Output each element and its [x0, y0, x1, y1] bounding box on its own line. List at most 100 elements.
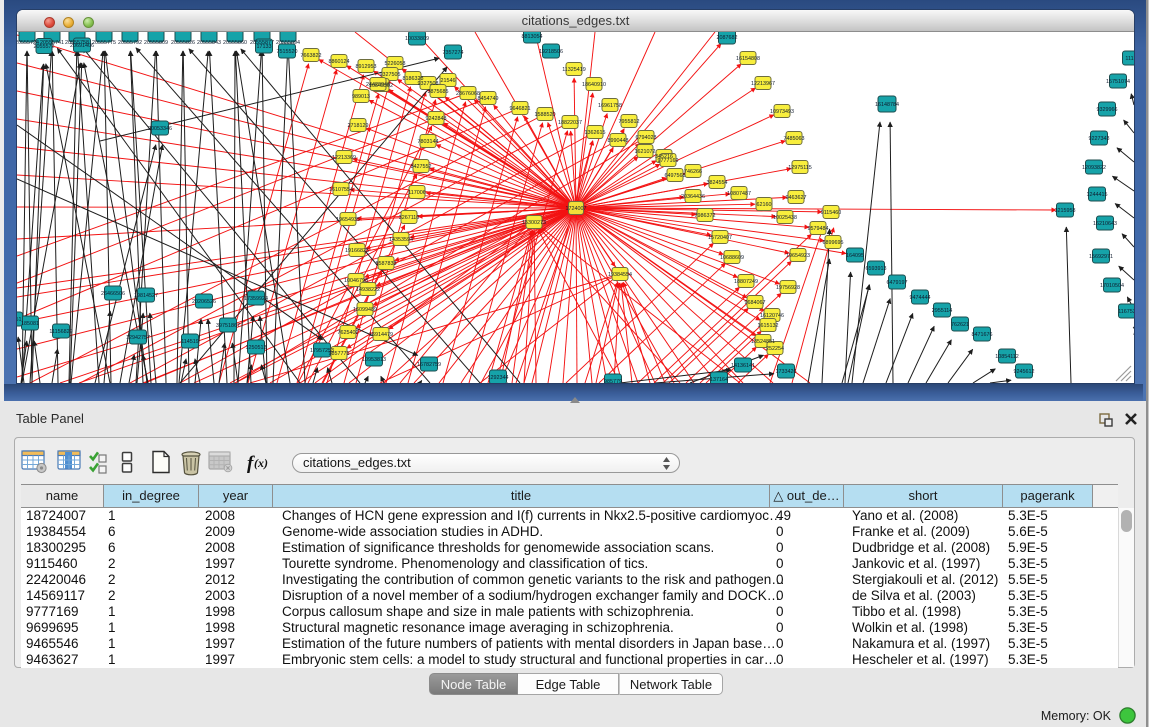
svg-text:12975115: 12975115 [788, 165, 812, 171]
svg-text:16107554: 16107554 [329, 187, 353, 193]
svg-text:20053346: 20053346 [148, 126, 172, 132]
svg-text:11156829: 11156829 [49, 329, 72, 335]
svg-text:1292344: 1292344 [488, 375, 509, 381]
svg-text:9329966: 9329966 [1097, 107, 1118, 113]
svg-text:18807249: 18807249 [734, 279, 758, 285]
svg-text:10046798: 10046798 [344, 278, 368, 284]
svg-text:19654935: 19654935 [336, 217, 360, 223]
svg-text:19654923: 19654923 [786, 253, 810, 259]
svg-text:20364436: 20364436 [681, 194, 705, 200]
svg-text:16120746: 16120746 [760, 313, 784, 319]
svg-text:1362615: 1362615 [585, 130, 606, 136]
svg-text:7515520: 7515520 [277, 49, 298, 55]
svg-text:9684067: 9684067 [745, 300, 766, 306]
svg-text:114519: 114519 [181, 339, 199, 345]
svg-text:1615132: 1615132 [758, 323, 779, 329]
svg-text:746266: 746266 [684, 169, 702, 175]
svg-text:7955812: 7955812 [619, 119, 640, 125]
svg-text:9115460: 9115460 [821, 210, 842, 216]
svg-text:8454749: 8454749 [478, 96, 499, 102]
svg-text:8990448: 8990448 [608, 138, 629, 144]
svg-text:18640910: 18640910 [582, 82, 606, 88]
svg-text:15720407: 15720407 [708, 235, 732, 241]
svg-text:137164: 137164 [710, 377, 728, 383]
svg-text:762621: 762621 [951, 322, 969, 328]
svg-text:14353594: 14353594 [389, 237, 413, 243]
svg-text:3824554: 3824554 [707, 180, 728, 186]
svg-text:16914479: 16914479 [369, 332, 393, 338]
svg-text:9579484: 9579484 [808, 226, 829, 232]
svg-text:9857771: 9857771 [329, 351, 350, 357]
svg-text:17359924: 17359924 [244, 296, 268, 302]
svg-text:12213369: 12213369 [332, 155, 356, 161]
svg-text:12093822: 12093822 [1082, 165, 1106, 171]
svg-text:19814527: 19814527 [134, 293, 158, 299]
svg-text:19756928: 19756928 [776, 285, 800, 291]
svg-text:20555843: 20555843 [197, 40, 221, 46]
svg-text:19166825: 19166825 [345, 248, 369, 254]
svg-text:117006: 117006 [408, 190, 426, 196]
svg-text:6479197: 6479197 [887, 280, 908, 286]
svg-text:8587833: 8587833 [376, 261, 397, 267]
svg-text:24420046: 24420046 [366, 82, 390, 88]
svg-text:11325419: 11325419 [562, 67, 586, 73]
svg-text:985779: 985779 [604, 379, 622, 383]
svg-text:16148784: 16148784 [875, 102, 899, 108]
svg-text:6899695: 6899695 [823, 240, 844, 246]
svg-text:9777169: 9777169 [658, 158, 679, 164]
svg-text:15751074: 15751074 [1106, 79, 1130, 85]
svg-text:10807487: 10807487 [727, 191, 751, 197]
svg-text:6593913: 6593913 [866, 266, 887, 272]
svg-text:39151: 39151 [17, 317, 22, 323]
svg-text:8471676: 8471676 [972, 332, 993, 338]
svg-text:20555758: 20555758 [65, 40, 89, 46]
svg-text:12942757: 12942757 [126, 335, 150, 341]
svg-text:185081: 185081 [21, 321, 39, 327]
svg-text:8427552: 8427552 [411, 164, 432, 170]
svg-text:7485063: 7485063 [784, 136, 805, 142]
svg-text:8813054: 8813054 [522, 34, 543, 40]
svg-text:62160: 62160 [757, 202, 772, 208]
svg-text:6794028: 6794028 [636, 135, 657, 141]
svg-text:10953813: 10953813 [362, 357, 386, 363]
svg-text:1733426: 1733426 [776, 369, 797, 375]
svg-text:1621072: 1621072 [635, 149, 656, 155]
svg-text:7663822: 7663822 [301, 53, 322, 59]
svg-text:17010504: 17010504 [1100, 283, 1124, 289]
svg-text:(x): (x) [254, 456, 268, 470]
svg-text:252254: 252254 [766, 346, 784, 352]
svg-text:20206526: 20206526 [192, 299, 216, 305]
svg-text:3215958: 3215958 [1055, 208, 1076, 214]
svg-text:9245612: 9245612 [1014, 369, 1035, 375]
svg-text:1117: 1117 [1125, 56, 1134, 62]
svg-text:16782759: 16782759 [417, 362, 441, 368]
svg-text:15692971: 15692971 [1089, 254, 1113, 260]
svg-text:19384554: 19384554 [608, 272, 632, 278]
svg-text:21546: 21546 [441, 78, 456, 84]
svg-text:26466506: 26466506 [101, 291, 125, 297]
svg-text:9227343: 9227343 [1089, 136, 1110, 142]
svg-text:7803144: 7803144 [418, 139, 439, 145]
svg-text:989013: 989013 [352, 94, 370, 100]
svg-text:16210643: 16210643 [1093, 221, 1117, 227]
svg-text:20555894: 20555894 [276, 40, 300, 46]
svg-text:20555877: 20555877 [250, 40, 274, 46]
svg-text:28676068: 28676068 [456, 91, 480, 97]
svg-text:10025438: 10025438 [773, 215, 797, 221]
svg-text:8912953: 8912953 [356, 64, 377, 70]
svg-text:39751867: 39751867 [216, 323, 240, 329]
svg-text:7986372: 7986372 [695, 213, 716, 219]
svg-text:16961758: 16961758 [598, 103, 622, 109]
svg-text:18822037: 18822037 [558, 120, 582, 126]
svg-text:2718129: 2718129 [348, 123, 369, 129]
svg-text:2087682: 2087682 [717, 35, 738, 41]
svg-text:7625402: 7625402 [338, 330, 359, 336]
svg-text:10973493: 10973493 [770, 109, 794, 115]
svg-text:20555775: 20555775 [92, 40, 116, 46]
svg-text:164095: 164095 [846, 253, 864, 259]
svg-text:16154808: 16154808 [736, 56, 760, 62]
svg-text:19218506: 19218506 [539, 49, 563, 55]
svg-text:14938222: 14938222 [356, 287, 380, 293]
svg-text:3267110: 3267110 [399, 215, 420, 221]
svg-text:1244415: 1244415 [1087, 192, 1108, 198]
